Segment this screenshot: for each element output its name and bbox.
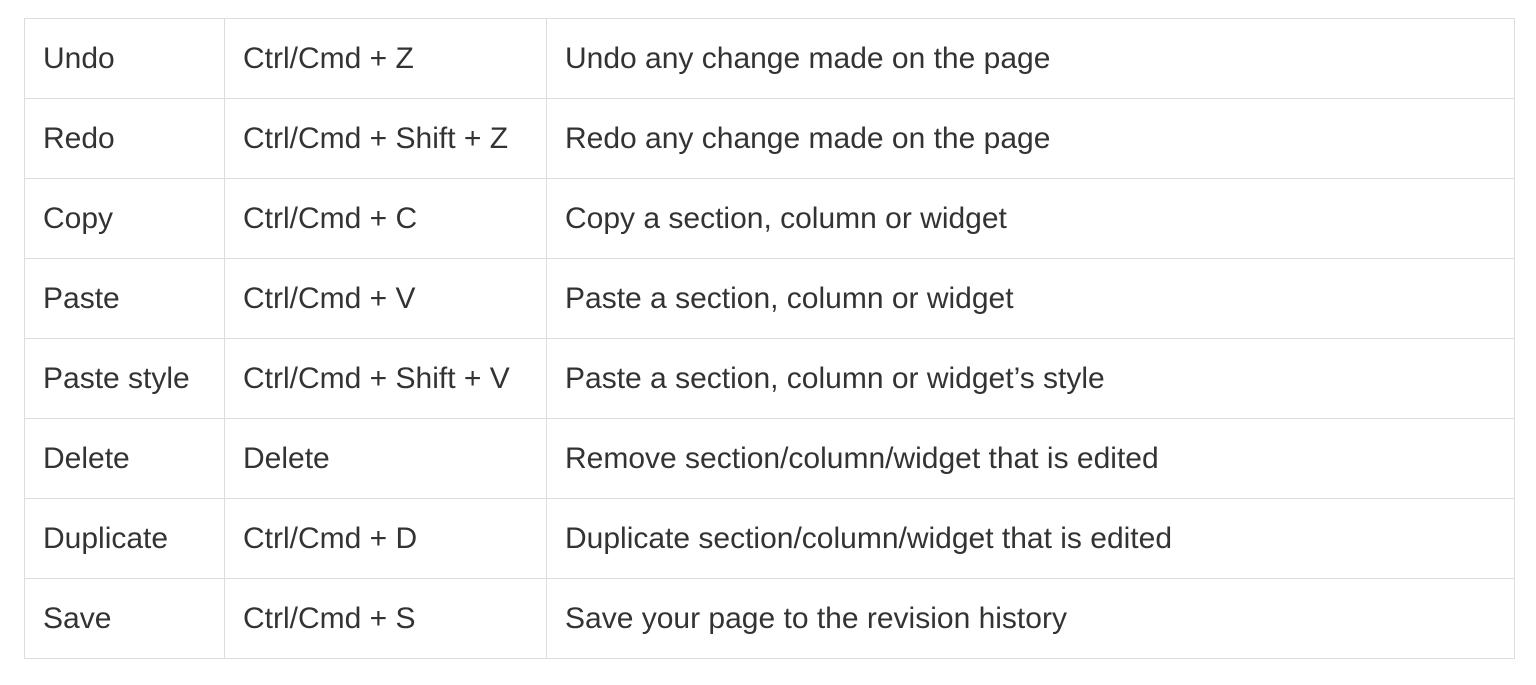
description-cell: Redo any change made on the page xyxy=(547,99,1515,179)
description-cell: Paste a section, column or widget xyxy=(547,259,1515,339)
shortcut-cell: Ctrl/Cmd + D xyxy=(225,499,547,579)
action-cell: Undo xyxy=(25,19,225,99)
action-cell: Duplicate xyxy=(25,499,225,579)
action-cell: Paste style xyxy=(25,339,225,419)
shortcut-cell: Ctrl/Cmd + S xyxy=(225,579,547,659)
description-cell: Undo any change made on the page xyxy=(547,19,1515,99)
table-row: Redo Ctrl/Cmd + Shift + Z Redo any chang… xyxy=(25,99,1515,179)
table-row: Undo Ctrl/Cmd + Z Undo any change made o… xyxy=(25,19,1515,99)
action-cell: Save xyxy=(25,579,225,659)
table-row: Paste Ctrl/Cmd + V Paste a section, colu… xyxy=(25,259,1515,339)
description-cell: Copy a section, column or widget xyxy=(547,179,1515,259)
shortcut-cell: Ctrl/Cmd + C xyxy=(225,179,547,259)
action-cell: Redo xyxy=(25,99,225,179)
action-cell: Paste xyxy=(25,259,225,339)
shortcut-cell: Ctrl/Cmd + Shift + V xyxy=(225,339,547,419)
description-cell: Save your page to the revision history xyxy=(547,579,1515,659)
action-cell: Delete xyxy=(25,419,225,499)
description-cell: Paste a section, column or widget’s styl… xyxy=(547,339,1515,419)
shortcut-cell: Ctrl/Cmd + Shift + Z xyxy=(225,99,547,179)
description-cell: Duplicate section/column/widget that is … xyxy=(547,499,1515,579)
table-row: Paste style Ctrl/Cmd + Shift + V Paste a… xyxy=(25,339,1515,419)
shortcut-cell: Delete xyxy=(225,419,547,499)
table-row: Copy Ctrl/Cmd + C Copy a section, column… xyxy=(25,179,1515,259)
shortcut-cell: Ctrl/Cmd + V xyxy=(225,259,547,339)
shortcut-cell: Ctrl/Cmd + Z xyxy=(225,19,547,99)
shortcuts-table: Undo Ctrl/Cmd + Z Undo any change made o… xyxy=(24,18,1515,659)
table-row: Save Ctrl/Cmd + S Save your page to the … xyxy=(25,579,1515,659)
table-row: Duplicate Ctrl/Cmd + D Duplicate section… xyxy=(25,499,1515,579)
table-row: Delete Delete Remove section/column/widg… xyxy=(25,419,1515,499)
action-cell: Copy xyxy=(25,179,225,259)
description-cell: Remove section/column/widget that is edi… xyxy=(547,419,1515,499)
